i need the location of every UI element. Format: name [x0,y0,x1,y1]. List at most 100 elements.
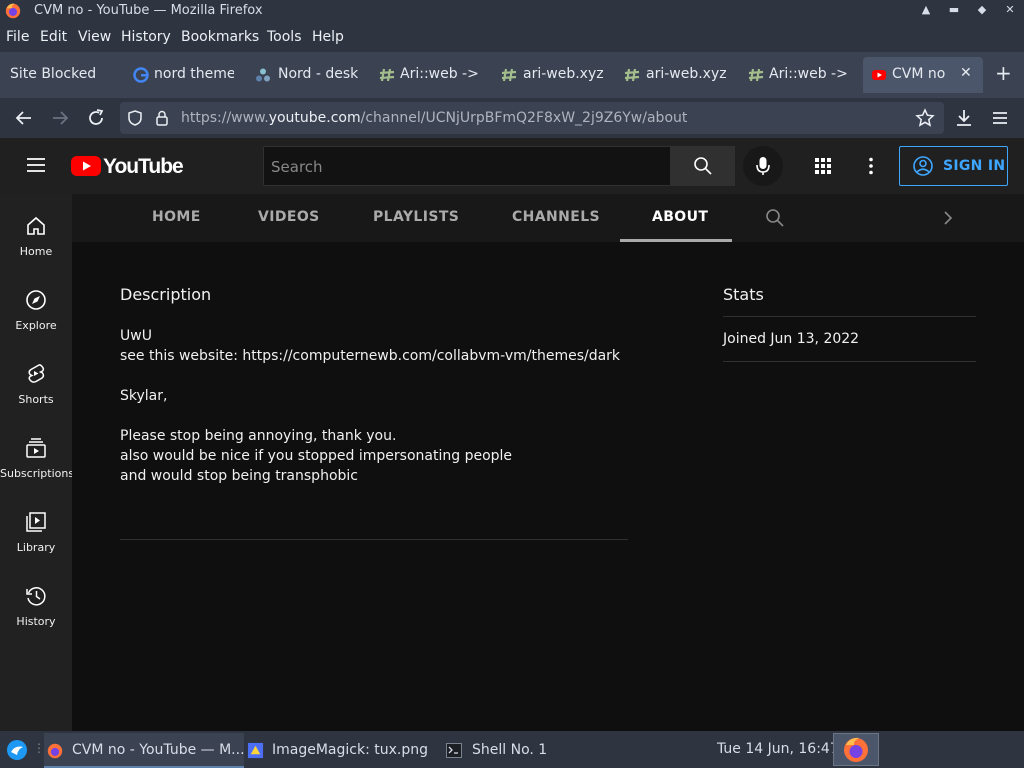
guide-item-home[interactable]: Home [0,194,72,268]
menu-help[interactable]: Help [312,29,344,45]
guide-item-explore[interactable]: Explore [0,268,72,342]
hamburger-menu-icon[interactable] [989,107,1011,129]
guide-label: History [16,615,56,628]
microphone-icon [756,157,770,175]
pin-icon[interactable]: ◆ [974,2,990,18]
guide-label: Subscriptions [0,467,75,480]
menu-file[interactable]: File [6,29,29,45]
tab-ari-web-1[interactable]: Ari::web -> [370,57,488,93]
hash-icon [379,68,395,82]
tab-about[interactable]: ABOUT [620,194,732,242]
channel-tabs: HOME VIDEOS PLAYLISTS CHANNELS ABOUT [72,194,1024,242]
menu-edit[interactable]: Edit [40,29,67,45]
tab-home[interactable]: HOME [128,194,216,242]
firefox-icon [5,3,21,19]
description-line: see this website: https://computernewb.c… [120,348,621,364]
youtube-logo[interactable]: YouTube [71,153,184,181]
guide-label: Shorts [18,393,54,406]
hash-icon [748,68,764,82]
tab-nord-desk[interactable]: Nord - desk [246,57,364,93]
new-tab-icon[interactable]: + [995,63,1012,83]
lock-icon[interactable] [153,109,171,127]
tab-cvm-youtube[interactable]: CVM no - ✕ [863,57,983,93]
youtube-header: YouTube Search SIGN IN [0,138,1024,194]
tab-ari-web-4[interactable]: Ari::web -> [739,57,857,93]
terminal-icon [446,743,462,758]
shorts-icon [28,364,45,383]
close-window-icon[interactable]: ✕ [1002,2,1018,18]
menu-tools[interactable]: Tools [267,29,302,45]
tab-playlists[interactable]: PLAYLISTS [350,194,470,242]
maximize-icon[interactable]: ▲ [918,2,934,18]
channel-search-icon[interactable] [765,208,785,228]
task-firefox[interactable]: CVM no - YouTube — M... [44,733,245,768]
minimize-icon[interactable]: ▬ [946,2,962,18]
tray-firefox-button[interactable] [833,733,879,766]
tab-label: Ari::web -> [400,66,479,82]
tab-strip: Site Blocked nord theme Nord - desk Ari:… [0,52,1024,98]
window-titlebar: CVM no - YouTube — Mozilla Firefox ▲ ▬ ◆… [0,0,1024,22]
menu-view[interactable]: View [78,29,111,45]
url-domain: youtube.com [268,110,361,126]
clock[interactable]: Tue 14 Jun, 16:47 [717,741,839,757]
nord-icon [256,68,270,82]
tab-label: ABOUT [652,209,709,225]
guide-item-shorts[interactable]: Shorts [0,342,72,416]
tab-label: VIDEOS [258,209,320,225]
menu-bookmarks[interactable]: Bookmarks [181,29,259,45]
menu-bar: File Edit View History Bookmarks Tools H… [0,22,1024,52]
apps-grid-icon[interactable] [813,156,833,176]
taskbar: ⋮ CVM no - YouTube — M... ImageMagick: t… [0,731,1024,768]
start-menu-icon[interactable] [6,739,28,761]
tab-label: PLAYLISTS [373,209,460,225]
downloads-icon[interactable] [953,107,975,129]
search-input[interactable]: Search [263,146,671,186]
nav-bar: https://www.youtube.com/channel/UCNjUrpB… [0,98,1024,138]
tab-channels[interactable]: CHANNELS [488,194,610,242]
url-prefix: https://www. [181,110,269,126]
guide-label: Home [19,245,53,258]
more-vert-icon[interactable] [861,156,881,176]
url-text[interactable]: https://www.youtube.com/channel/UCNjUrpB… [181,110,687,126]
task-imagemagick[interactable]: ImageMagick: tux.png [244,733,440,768]
back-icon[interactable] [13,107,35,129]
tab-label: HOME [152,209,201,225]
guide-menu-icon[interactable] [25,154,47,176]
task-label: Shell No. 1 [472,742,548,758]
chevron-right-icon[interactable] [938,208,958,228]
youtube-logo-icon [71,156,101,176]
reload-icon[interactable] [85,107,107,129]
tab-videos[interactable]: VIDEOS [232,194,334,242]
subscriptions-icon [26,438,46,458]
tab-ari-web-2[interactable]: ari-web.xyz [492,57,610,93]
voice-search-button[interactable] [743,146,783,186]
forward-icon[interactable] [49,107,71,129]
tab-site-blocked[interactable]: Site Blocked [0,57,118,93]
bookmark-star-icon[interactable] [915,108,935,128]
close-tab-icon[interactable]: ✕ [960,65,972,81]
tab-label: ari-web.xyz [523,66,604,82]
taskbar-separator-icon: ⋮ [33,741,45,755]
description-line: Skylar, [120,388,168,404]
sign-in-button[interactable]: SIGN IN [899,146,1008,186]
tab-nord-theme[interactable]: nord theme [124,57,242,93]
menu-history[interactable]: History [121,29,171,45]
tab-label: CHANNELS [512,209,601,225]
firefox-icon [844,737,868,762]
account-icon [913,156,933,176]
google-icon [133,67,149,83]
description-line: Please stop being annoying, thank you. [120,428,397,444]
task-shell[interactable]: Shell No. 1 [442,733,612,768]
task-label: ImageMagick: tux.png [272,742,428,758]
tab-ari-web-3[interactable]: ari-web.xyz [615,57,733,93]
compass-icon [26,290,46,310]
search-button[interactable] [670,146,735,186]
shield-icon[interactable] [126,109,144,127]
guide-item-history[interactable]: History [0,564,72,638]
guide-item-subscriptions[interactable]: Subscriptions [0,416,75,490]
guide-item-library[interactable]: Library [0,490,72,564]
history-icon [26,587,46,606]
task-label: CVM no - YouTube — M... [72,742,245,758]
library-icon [26,512,46,532]
url-bar[interactable]: https://www.youtube.com/channel/UCNjUrpB… [120,102,944,134]
